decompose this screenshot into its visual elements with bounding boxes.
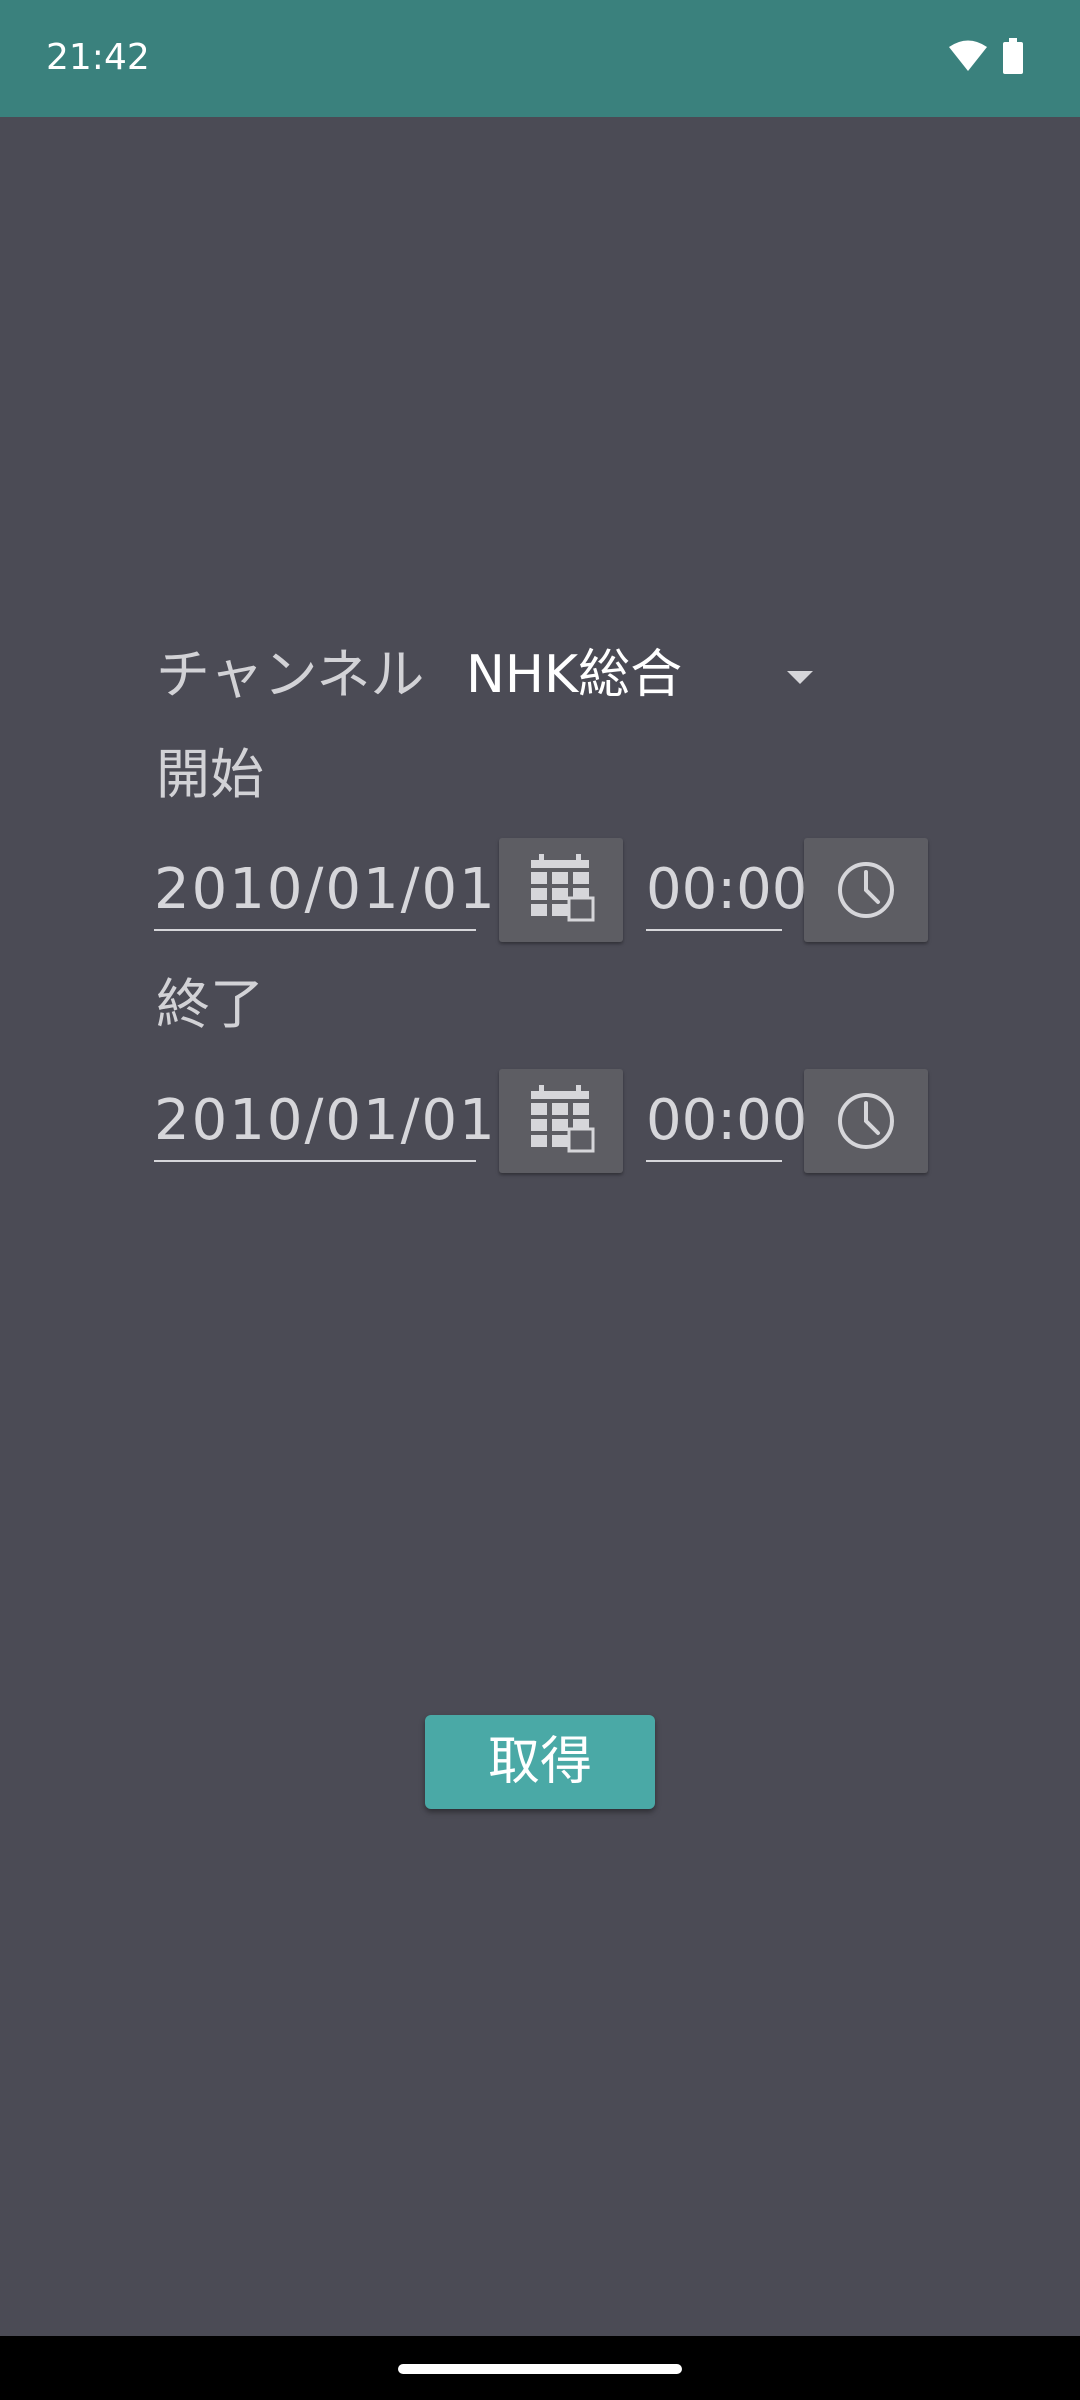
end-time-field[interactable]: 00:00	[646, 1086, 807, 1162]
end-date-picker-button[interactable]	[499, 1069, 623, 1173]
calendar-icon	[531, 854, 595, 922]
status-time: 21:42	[46, 37, 150, 78]
channel-label: チャンネル	[156, 643, 425, 706]
start-date-picker-button[interactable]	[499, 838, 623, 942]
calendar-icon	[531, 1085, 595, 1153]
start-date-field[interactable]: 2010/01/01	[154, 855, 495, 931]
home-indicator[interactable]	[398, 2364, 682, 2374]
status-bar: 21:42	[0, 0, 1080, 117]
fetch-button[interactable]: 取得	[425, 1715, 655, 1809]
end-time-picker-button[interactable]	[804, 1069, 928, 1173]
channel-selected-value[interactable]: NHK総合	[466, 640, 682, 710]
end-date-field[interactable]: 2010/01/01	[154, 1086, 495, 1162]
clock-icon	[838, 862, 894, 918]
end-label: 終了	[156, 973, 264, 1036]
clock-icon	[838, 1093, 894, 1149]
wifi-icon	[949, 40, 987, 71]
chevron-down-icon[interactable]	[787, 671, 813, 684]
battery-icon	[1003, 38, 1023, 74]
start-time-field[interactable]: 00:00	[646, 855, 807, 931]
start-label: 開始	[156, 743, 264, 806]
start-time-picker-button[interactable]	[804, 838, 928, 942]
app-screen: 21:42 チャンネル NHK総合 開始 2010/01/01 00:00 終了…	[0, 0, 1080, 2400]
